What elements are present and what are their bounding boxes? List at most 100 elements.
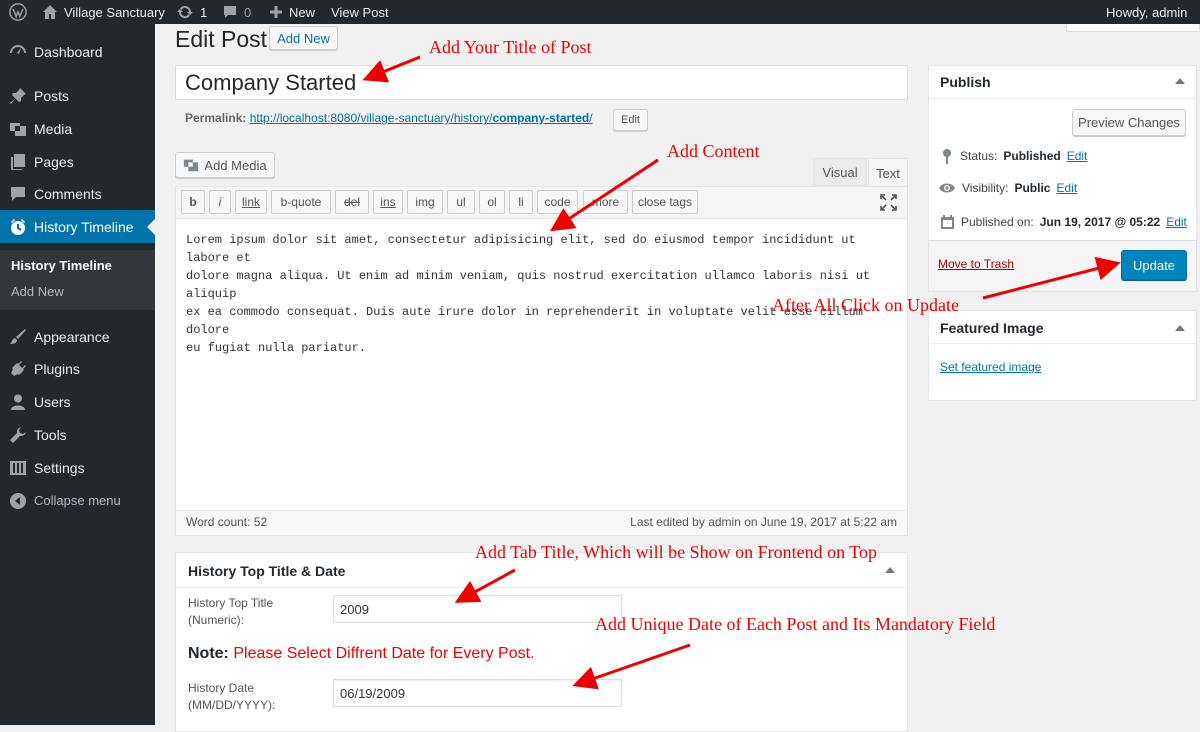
update-button[interactable]: Update bbox=[1121, 250, 1187, 280]
eye-icon bbox=[938, 181, 956, 195]
tab-text[interactable]: Text bbox=[868, 158, 908, 187]
menu-pages[interactable]: Pages bbox=[0, 145, 155, 178]
qt-more-button[interactable]: more bbox=[583, 190, 628, 214]
visibility-edit-link[interactable]: Edit bbox=[1056, 181, 1077, 195]
site-name: Village Sanctuary bbox=[64, 4, 165, 20]
visibility-label: Visibility: bbox=[962, 181, 1009, 195]
menu-label: Settings bbox=[34, 459, 85, 476]
qt-ins-button[interactable]: ins bbox=[373, 190, 403, 214]
permalink-url[interactable]: http://localhost:8080/village-sanctuary/… bbox=[250, 111, 593, 125]
permalink-edit-button[interactable]: Edit bbox=[613, 109, 648, 131]
qt-code-button[interactable]: code bbox=[537, 190, 578, 214]
menu-settings[interactable]: Settings bbox=[0, 451, 155, 484]
menu-tools[interactable]: Tools bbox=[0, 418, 155, 451]
calendar-icon bbox=[940, 214, 955, 230]
qt-ul-button[interactable]: ul bbox=[447, 190, 475, 214]
last-edited: Last edited by admin on June 19, 2017 at… bbox=[630, 515, 897, 529]
qt-link-button[interactable]: link bbox=[235, 190, 267, 214]
published-label: Published on: bbox=[961, 215, 1034, 229]
comments-link[interactable]: 0 bbox=[222, 0, 251, 24]
menu-label: Plugins bbox=[34, 360, 80, 377]
menu-label: Media bbox=[34, 120, 73, 137]
history-date-label: History Date (MM/DD/YYYY): bbox=[188, 680, 275, 714]
menu-history-timeline[interactable]: History Timeline bbox=[0, 210, 155, 243]
add-media-button[interactable]: Add Media bbox=[175, 152, 275, 178]
screen-options-tab[interactable] bbox=[1066, 24, 1200, 32]
dashboard-icon bbox=[0, 43, 34, 61]
label-line: History Top Title bbox=[188, 596, 274, 610]
qt-italic-button[interactable]: i bbox=[209, 190, 231, 214]
submenu-history-timeline[interactable]: History Timeline bbox=[11, 258, 112, 273]
comment-bubble-icon bbox=[222, 4, 238, 20]
howdy-user-link[interactable]: Howdy, admin bbox=[1106, 0, 1187, 24]
menu-collapse[interactable]: Collapse menu bbox=[0, 484, 155, 517]
menu-label: History Timeline bbox=[34, 218, 134, 235]
qt-img-button[interactable]: img bbox=[407, 190, 443, 214]
new-content-link[interactable]: New bbox=[269, 0, 315, 24]
annotation-title: Add Your Title of Post bbox=[429, 37, 592, 57]
toggle-arrow-icon[interactable] bbox=[1175, 325, 1185, 331]
status-row: Status: Published Edit bbox=[940, 148, 1087, 164]
menu-comments[interactable]: Comments bbox=[0, 177, 155, 210]
qt-bquote-button[interactable]: b-quote bbox=[271, 190, 331, 214]
pin-marker-icon bbox=[940, 148, 954, 164]
history-top-title-input[interactable]: 2009 bbox=[333, 595, 622, 623]
qt-li-button[interactable]: li bbox=[509, 190, 533, 214]
brush-icon bbox=[0, 328, 34, 346]
menu-label: Posts bbox=[34, 87, 70, 104]
view-post-link[interactable]: View Post bbox=[331, 0, 389, 24]
editor-textarea[interactable]: Lorem ipsum dolor sit amet, consectetur … bbox=[186, 231, 901, 357]
content-line: eu fugiat nulla pariatur. bbox=[186, 341, 367, 355]
submenu-add-new[interactable]: Add New bbox=[11, 284, 64, 299]
label-line: (MM/DD/YYYY): bbox=[188, 698, 276, 712]
add-media-label: Add Media bbox=[204, 157, 267, 173]
menu-label: Comments bbox=[34, 185, 102, 202]
menu-label: Pages bbox=[34, 153, 74, 170]
plug-icon bbox=[0, 360, 34, 378]
status-edit-link[interactable]: Edit bbox=[1067, 149, 1088, 163]
label-line: (Numeric): bbox=[188, 613, 244, 627]
toggle-arrow-icon[interactable] bbox=[885, 567, 895, 573]
label-line: History Date bbox=[188, 681, 255, 695]
qt-close-tags-button[interactable]: close tags bbox=[632, 190, 698, 214]
annotation-tab-title: Add Tab Title, Which will be Show on Fro… bbox=[475, 542, 877, 562]
word-count: Word count: 52 bbox=[186, 515, 268, 529]
history-top-title-label: History Top Title (Numeric): bbox=[188, 595, 273, 629]
toggle-arrow-icon[interactable] bbox=[1175, 78, 1185, 84]
menu-media[interactable]: Media bbox=[0, 112, 155, 145]
menu-users[interactable]: Users bbox=[0, 385, 155, 418]
history-box-title: History Top Title & Date bbox=[188, 563, 346, 579]
published-edit-link[interactable]: Edit bbox=[1166, 215, 1187, 229]
updates-link[interactable]: 1 bbox=[176, 0, 207, 24]
tab-visual[interactable]: Visual bbox=[813, 158, 867, 186]
menu-dashboard[interactable]: Dashboard bbox=[0, 35, 155, 68]
fullscreen-icon[interactable] bbox=[880, 194, 897, 211]
preview-changes-button[interactable]: Preview Changes bbox=[1072, 109, 1186, 136]
permalink-end: / bbox=[589, 111, 593, 125]
qt-del-button[interactable]: del bbox=[335, 190, 369, 214]
menu-appearance[interactable]: Appearance bbox=[0, 320, 155, 353]
menu-plugins[interactable]: Plugins bbox=[0, 352, 155, 385]
set-featured-image-link[interactable]: Set featured image bbox=[940, 360, 1041, 374]
annotation-update: After All Click on Update bbox=[772, 295, 959, 315]
wordpress-logo-icon[interactable] bbox=[9, 0, 27, 24]
permalink-base: http://localhost:8080/village-sanctuary/… bbox=[249, 111, 493, 125]
menu-posts[interactable]: Posts bbox=[0, 79, 155, 112]
note-text: Please Select Diffrent Date for Every Po… bbox=[233, 645, 535, 662]
post-title-input[interactable]: Company Started bbox=[175, 65, 908, 100]
comments-count: 0 bbox=[244, 4, 252, 20]
site-name-link[interactable]: Village Sanctuary bbox=[42, 0, 165, 24]
home-icon bbox=[42, 4, 58, 20]
qt-bold-button[interactable]: b bbox=[181, 190, 205, 214]
updates-count: 1 bbox=[200, 4, 208, 20]
add-new-button[interactable]: Add New bbox=[269, 26, 338, 50]
menu-label: Collapse menu bbox=[34, 493, 121, 508]
plus-icon bbox=[269, 5, 283, 19]
content-line: Lorem ipsum dolor sit amet, consectetur … bbox=[186, 233, 856, 265]
published-on-row: Published on: Jun 19, 2017 @ 05:22 Edit bbox=[940, 214, 1187, 230]
note-line: Note: Please Select Diffrent Date for Ev… bbox=[188, 645, 535, 663]
qt-ol-button[interactable]: ol bbox=[479, 190, 505, 214]
history-date-input[interactable]: 06/19/2009 bbox=[333, 679, 622, 707]
menu-label: Users bbox=[34, 393, 71, 410]
move-to-trash-link[interactable]: Move to Trash bbox=[938, 257, 1014, 271]
